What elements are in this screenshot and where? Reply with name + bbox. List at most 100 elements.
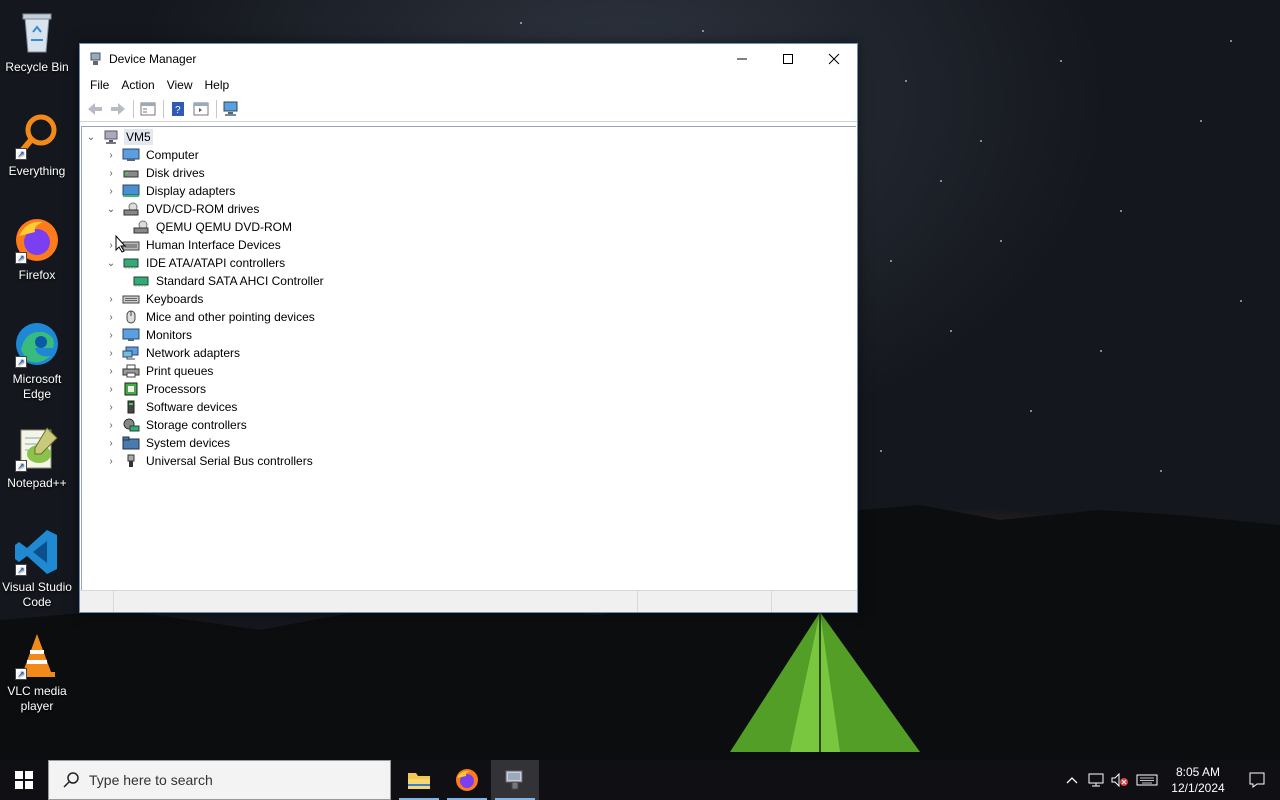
status-pane xyxy=(772,591,857,612)
expand-chevron-icon[interactable]: › xyxy=(104,308,118,326)
menu-action[interactable]: Action xyxy=(115,78,160,92)
scan-hardware-button[interactable] xyxy=(220,98,242,120)
tree-item-label: Print queues xyxy=(146,364,214,378)
keyboard-icon xyxy=(122,291,140,307)
tree-item-label: Monitors xyxy=(146,328,193,342)
tree-child-qemu-dvd-rom[interactable]: QEMU QEMU DVD-ROM xyxy=(128,218,294,236)
expand-chevron-icon[interactable]: › xyxy=(104,398,118,416)
tree-item-software-devices[interactable]: › Software devices xyxy=(104,398,239,416)
title-bar[interactable]: Device Manager xyxy=(80,44,857,74)
network-tray-button[interactable] xyxy=(1084,760,1108,800)
tree-item-display-adapters[interactable]: › Display adapters xyxy=(104,182,237,200)
expand-chevron-icon[interactable]: › xyxy=(104,146,118,164)
tree-item-system-devices[interactable]: › System devices xyxy=(104,434,232,452)
taskbar-clock[interactable]: 8:05 AM 12/1/2024 xyxy=(1162,764,1234,796)
tree-child-standard-sata-ahci[interactable]: Standard SATA AHCI Controller xyxy=(128,272,326,290)
file-explorer-icon xyxy=(408,773,430,789)
usb-icon xyxy=(122,453,140,469)
close-button[interactable] xyxy=(811,44,857,74)
back-arrow-icon xyxy=(88,102,102,115)
tree-item-monitors[interactable]: › Monitors xyxy=(104,326,194,344)
expand-chevron-icon[interactable]: › xyxy=(104,380,118,398)
controller-icon xyxy=(132,273,150,289)
vscode-icon: ↗ xyxy=(13,528,61,576)
tree-root-label: VM5 xyxy=(124,129,153,145)
tree-item-processors[interactable]: › Processors xyxy=(104,380,208,398)
firefox-icon xyxy=(456,769,478,791)
tree-item-print-queues[interactable]: › Print queues xyxy=(104,362,215,380)
tree-item-network-adapters[interactable]: › Network adapters xyxy=(104,344,242,362)
system-tray: 8:05 AM 12/1/2024 xyxy=(1060,760,1280,800)
maximize-button[interactable] xyxy=(765,44,811,74)
expand-chevron-icon[interactable]: › xyxy=(104,326,118,344)
menu-help[interactable]: Help xyxy=(199,78,236,92)
expand-chevron-icon[interactable]: › xyxy=(104,290,118,308)
tree-item-human-interface-devices[interactable]: › Human Interface Devices xyxy=(104,236,283,254)
collapse-chevron-icon[interactable]: ⌄ xyxy=(104,254,118,272)
start-button[interactable] xyxy=(0,760,48,800)
expand-chevron-icon[interactable]: › xyxy=(104,344,118,362)
device-tree: ⌄ VM5 › Computer › Disk drives › Display… xyxy=(81,126,856,590)
status-pane xyxy=(638,591,772,612)
taskbar-search-box[interactable]: Type here to search xyxy=(48,760,391,800)
taskbar-device-manager[interactable] xyxy=(491,760,539,800)
tree-item-label: Mice and other pointing devices xyxy=(146,310,315,324)
menu-file[interactable]: File xyxy=(84,78,115,92)
expand-chevron-icon[interactable]: › xyxy=(104,164,118,182)
tree-item-usb-controllers[interactable]: › Universal Serial Bus controllers xyxy=(104,452,315,470)
expand-chevron-icon[interactable]: › xyxy=(104,416,118,434)
computer-icon xyxy=(122,147,140,163)
tree-item-storage-controllers[interactable]: › Storage controllers xyxy=(104,416,249,434)
show-hidden-icons-button[interactable] xyxy=(1060,760,1084,800)
tree-item-computer[interactable]: › Computer xyxy=(104,146,201,164)
taskbar-firefox[interactable] xyxy=(443,760,491,800)
firefox-shortcut[interactable]: ↗ Firefox xyxy=(0,216,74,283)
expand-chevron-icon[interactable]: › xyxy=(104,452,118,470)
taskbar: Type here to search 8:05 AM 12/1/2024 xyxy=(0,760,1280,800)
help-book-icon: ? xyxy=(172,101,184,116)
action-center-button[interactable] xyxy=(1234,760,1280,800)
expand-chevron-icon[interactable]: › xyxy=(104,362,118,380)
help-button[interactable]: ? xyxy=(167,98,189,120)
taskbar-file-explorer[interactable] xyxy=(395,760,443,800)
minimize-button[interactable] xyxy=(719,44,765,74)
tree-item-mice[interactable]: › Mice and other pointing devices xyxy=(104,308,317,326)
tree-item-dvd-cdrom-drives[interactable]: ⌄ DVD/CD-ROM drives xyxy=(104,200,261,218)
vlc-shortcut[interactable]: ↗ VLC media player xyxy=(0,632,74,714)
everything-search-icon: ↗ xyxy=(13,112,61,160)
vscode-shortcut[interactable]: ↗ Visual Studio Code xyxy=(0,528,74,610)
notepadpp-shortcut[interactable]: ↗ Notepad++ xyxy=(0,424,74,491)
menu-view[interactable]: View xyxy=(161,78,199,92)
recycle-bin-shortcut[interactable]: Recycle Bin xyxy=(0,8,74,75)
expand-chevron-icon[interactable]: › xyxy=(104,182,118,200)
properties-button[interactable] xyxy=(190,98,212,120)
svg-text:?: ? xyxy=(175,105,181,116)
back-button[interactable] xyxy=(84,98,106,120)
tree-item-label: Keyboards xyxy=(146,292,204,306)
tree-item-disk-drives[interactable]: › Disk drives xyxy=(104,164,207,182)
forward-button[interactable] xyxy=(107,98,129,120)
menu-bar: File Action View Help xyxy=(80,74,857,96)
toolbar-separator xyxy=(216,99,217,118)
monitor-icon xyxy=(122,327,140,343)
clock-time: 8:05 AM xyxy=(1175,765,1221,779)
tree-item-label: Disk drives xyxy=(146,166,205,180)
volume-tray-button[interactable] xyxy=(1108,760,1132,800)
tree-root-vm5[interactable]: ⌄ VM5 xyxy=(84,128,153,146)
toolbar-separator xyxy=(163,99,164,118)
firefox-icon: ↗ xyxy=(13,216,61,264)
minimize-icon xyxy=(737,58,747,60)
expand-chevron-icon[interactable]: › xyxy=(104,434,118,452)
device-manager-icon xyxy=(505,770,523,790)
collapse-chevron-icon[interactable]: ⌄ xyxy=(84,128,98,146)
tree-item-label: Computer xyxy=(146,148,199,162)
everything-shortcut[interactable]: ↗ Everything xyxy=(0,112,74,179)
network-adapter-icon xyxy=(122,345,140,361)
tree-item-keyboards[interactable]: › Keyboards xyxy=(104,290,205,308)
show-hide-console-tree-button[interactable] xyxy=(137,98,159,120)
tree-item-ide-ata-atapi-controllers[interactable]: ⌄ IDE ATA/ATAPI controllers xyxy=(104,254,287,272)
vlc-icon: ↗ xyxy=(13,632,61,680)
collapse-chevron-icon[interactable]: ⌄ xyxy=(104,200,118,218)
keyboard-tray-button[interactable] xyxy=(1132,760,1162,800)
edge-shortcut[interactable]: ↗ Microsoft Edge xyxy=(0,320,74,402)
